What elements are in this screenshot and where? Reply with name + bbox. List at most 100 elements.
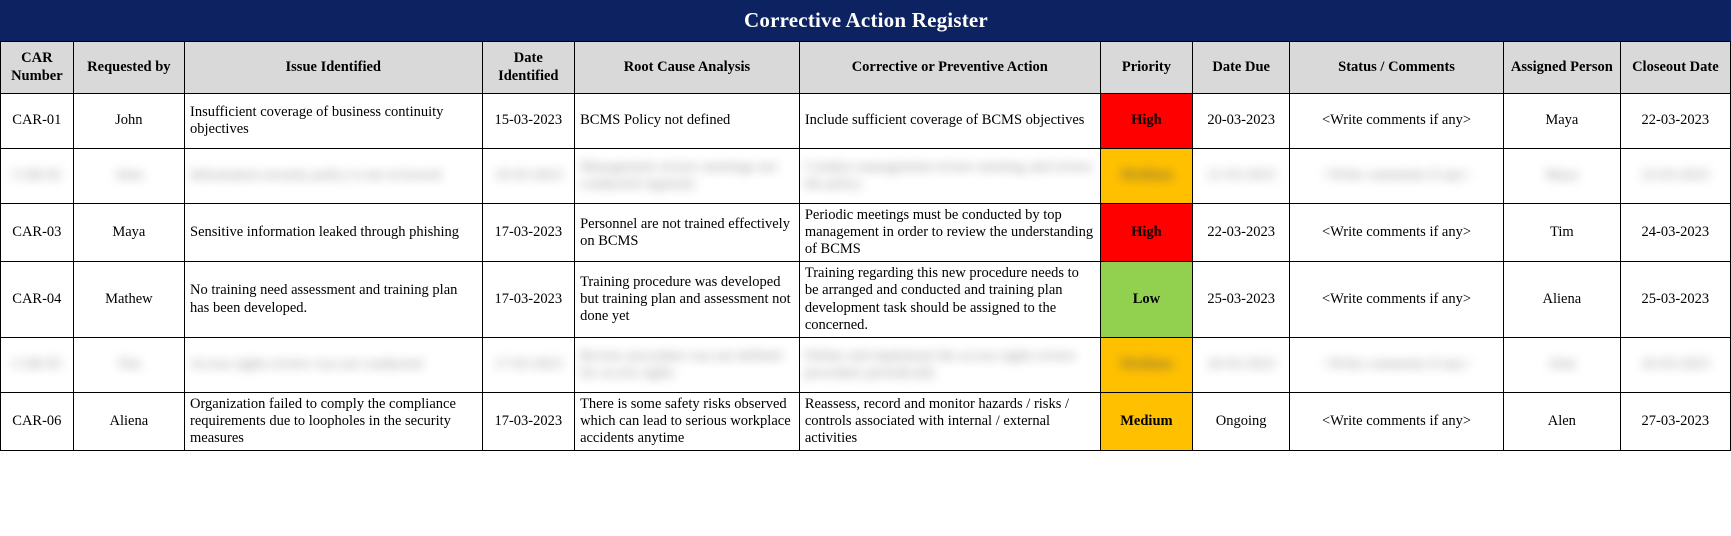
cell-text: Information security policy is not revie… (190, 167, 441, 184)
cell-issue-identified[interactable]: Access rights review was not conducted (184, 336, 483, 393)
cell-requested-by[interactable]: Maya (72, 202, 186, 263)
cell-text: 22-03-2023 (1207, 224, 1276, 241)
column-header-priority[interactable]: Priority (1099, 41, 1194, 94)
cell-date-due[interactable]: Ongoing (1192, 391, 1291, 452)
cell-assigned-person[interactable]: Maya (1502, 148, 1621, 204)
cell-closeout-date[interactable]: 26-03-2023 (1619, 336, 1731, 393)
cell-priority[interactable]: Low (1099, 261, 1194, 338)
cell-text: Access rights review was not conducted (190, 356, 423, 373)
cell-car-number[interactable]: CAR-03 (0, 202, 74, 263)
table-body: CAR-01 John Insufficient coverage of busin… (0, 93, 1731, 452)
cell-text: CAR-05 (12, 356, 62, 373)
cell-corrective-action[interactable]: Reassess, record and monitor hazards / r… (798, 391, 1101, 452)
cell-assigned-person[interactable]: Tim (1502, 202, 1621, 263)
cell-issue-identified[interactable]: No training need assessment and training… (184, 261, 483, 338)
cell-date-identified[interactable]: 17-03-2023 (481, 391, 576, 452)
cell-corrective-action[interactable]: Include sufficient coverage of BCMS obje… (798, 93, 1101, 149)
column-header-date-identified[interactable]: Date Identified (481, 41, 576, 94)
column-header-status-comments[interactable]: Status / Comments (1289, 41, 1504, 94)
cell-text: Management review meetings not conducted… (580, 158, 777, 192)
column-header-requested-by[interactable]: Requested by (72, 41, 186, 94)
cell-root-cause-analysis[interactable]: BCMS Policy not defined (574, 93, 800, 149)
cell-text: <Write comments if any> (1322, 356, 1472, 373)
column-header-date-due[interactable]: Date Due (1192, 41, 1291, 94)
cell-corrective-action[interactable]: Periodic meetings must be conducted by t… (798, 202, 1101, 263)
cell-date-identified[interactable]: 17-03-2023 (481, 202, 576, 263)
cell-corrective-action[interactable]: Conduct management review meeting and re… (798, 148, 1101, 204)
cell-text: 17-03-2023 (494, 290, 563, 307)
column-header-closeout-date[interactable]: Closeout Date (1619, 41, 1731, 94)
cell-requested-by[interactable]: Aliena (72, 391, 186, 452)
cell-closeout-date[interactable]: 24-03-2023 (1619, 202, 1731, 263)
cell-car-number[interactable]: CAR-04 (0, 261, 74, 338)
cell-corrective-action[interactable]: Training regarding this new procedure ne… (798, 261, 1101, 338)
page-title: Corrective Action Register (744, 8, 988, 32)
cell-date-due[interactable]: 25-03-2023 (1192, 261, 1291, 338)
cell-issue-identified[interactable]: Organization failed to comply the compli… (184, 391, 483, 452)
column-header-car-number[interactable]: CAR Number (0, 41, 74, 94)
cell-issue-identified[interactable]: Information security policy is not revie… (184, 148, 483, 204)
cell-text: 26-03-2023 (1641, 356, 1710, 373)
cell-root-cause-analysis[interactable]: There is some safety risks observed whic… (574, 391, 800, 452)
cell-date-identified[interactable]: 15-03-2023 (481, 93, 576, 149)
cell-car-number[interactable]: CAR-06 (0, 391, 74, 452)
cell-date-identified[interactable]: 17-03-2023 (481, 336, 576, 393)
cell-assigned-person[interactable]: Alen (1502, 336, 1621, 393)
cell-closeout-date[interactable]: 22-03-2023 (1619, 93, 1731, 149)
cell-corrective-action[interactable]: Define and implement the access rights r… (798, 336, 1101, 393)
cell-closeout-date[interactable]: 27-03-2023 (1619, 391, 1731, 452)
cell-closeout-date[interactable]: 23-03-2023 (1619, 148, 1731, 204)
cell-status-comments[interactable]: <Write comments if any> (1289, 202, 1504, 263)
cell-closeout-date[interactable]: 25-03-2023 (1619, 261, 1731, 338)
cell-status-comments[interactable]: <Write comments if any> (1289, 261, 1504, 338)
cell-root-cause-analysis[interactable]: Management review meetings not conducted… (574, 148, 800, 204)
cell-status-comments[interactable]: <Write comments if any> (1289, 336, 1504, 393)
cell-date-identified[interactable]: 17-03-2023 (481, 261, 576, 338)
cell-date-due[interactable]: 20-03-2023 (1192, 93, 1291, 149)
table-row: CAR-04 Mathew No training need assessment … (0, 261, 1731, 338)
cell-priority[interactable]: Medium (1099, 336, 1194, 393)
cell-date-identified[interactable]: 16-03-2023 (481, 148, 576, 204)
cell-car-number[interactable]: CAR-05 (0, 336, 74, 393)
cell-text: 24-03-2023 (1641, 224, 1710, 241)
table-row: CAR-03 Maya Sensitive information leaked t… (0, 202, 1731, 263)
cell-priority[interactable]: High (1099, 93, 1194, 149)
cell-root-cause-analysis[interactable]: Training procedure was developed but tra… (574, 261, 800, 338)
cell-requested-by[interactable]: Mathew (72, 261, 186, 338)
cell-text: Maya (112, 224, 146, 241)
cell-priority[interactable]: Medium (1099, 148, 1194, 204)
cell-text: Low (1132, 290, 1161, 307)
cell-text: Training regarding this new procedure ne… (804, 265, 1079, 333)
table-header-row: CAR Number Requested by Issue Identified Da… (0, 41, 1731, 94)
cell-status-comments[interactable]: <Write comments if any> (1289, 391, 1504, 452)
cell-date-due[interactable]: 22-03-2023 (1192, 202, 1291, 263)
table-row: CAR-02 Alen Information security policy is… (0, 148, 1731, 204)
cell-car-number[interactable]: CAR-01 (0, 93, 74, 149)
cell-status-comments[interactable]: <Write comments if any> (1289, 93, 1504, 149)
cell-requested-by[interactable]: Tim (72, 336, 186, 393)
cell-issue-identified[interactable]: Insufficient coverage of business contin… (184, 93, 483, 149)
cell-text: <Write comments if any> (1322, 290, 1472, 307)
cell-car-number[interactable]: CAR-02 (0, 148, 74, 204)
cell-requested-by[interactable]: John (72, 93, 186, 149)
cell-status-comments[interactable]: <Write comments if any> (1289, 148, 1504, 204)
cell-assigned-person[interactable]: Aliena (1502, 261, 1621, 338)
cell-requested-by[interactable]: Alen (72, 148, 186, 204)
cell-text: Medium (1120, 167, 1173, 184)
spreadsheet-canvas: Corrective Action Register CAR Number Req… (0, 0, 1731, 536)
cell-issue-identified[interactable]: Sensitive information leaked through phi… (184, 202, 483, 263)
cell-assigned-person[interactable]: Maya (1502, 93, 1621, 149)
column-header-corrective-action[interactable]: Corrective or Preventive Action (798, 41, 1101, 94)
column-header-root-cause-analysis[interactable]: Root Cause Analysis (574, 41, 800, 94)
cell-date-due[interactable]: 21-03-2023 (1192, 148, 1291, 204)
cell-priority[interactable]: Medium (1099, 391, 1194, 452)
cell-priority[interactable]: High (1099, 202, 1194, 263)
column-header-assigned-person[interactable]: Assigned Person (1502, 41, 1621, 94)
cell-text: 17-03-2023 (494, 224, 563, 241)
cell-root-cause-analysis[interactable]: Personnel are not trained effectively on… (574, 202, 800, 263)
column-header-issue-identified[interactable]: Issue Identified (184, 41, 483, 94)
cell-text: BCMS Policy not defined (580, 112, 731, 129)
cell-assigned-person[interactable]: Alen (1502, 391, 1621, 452)
cell-date-due[interactable]: 26-03-2023 (1192, 336, 1291, 393)
cell-root-cause-analysis[interactable]: Review procedure was not defined for acc… (574, 336, 800, 393)
